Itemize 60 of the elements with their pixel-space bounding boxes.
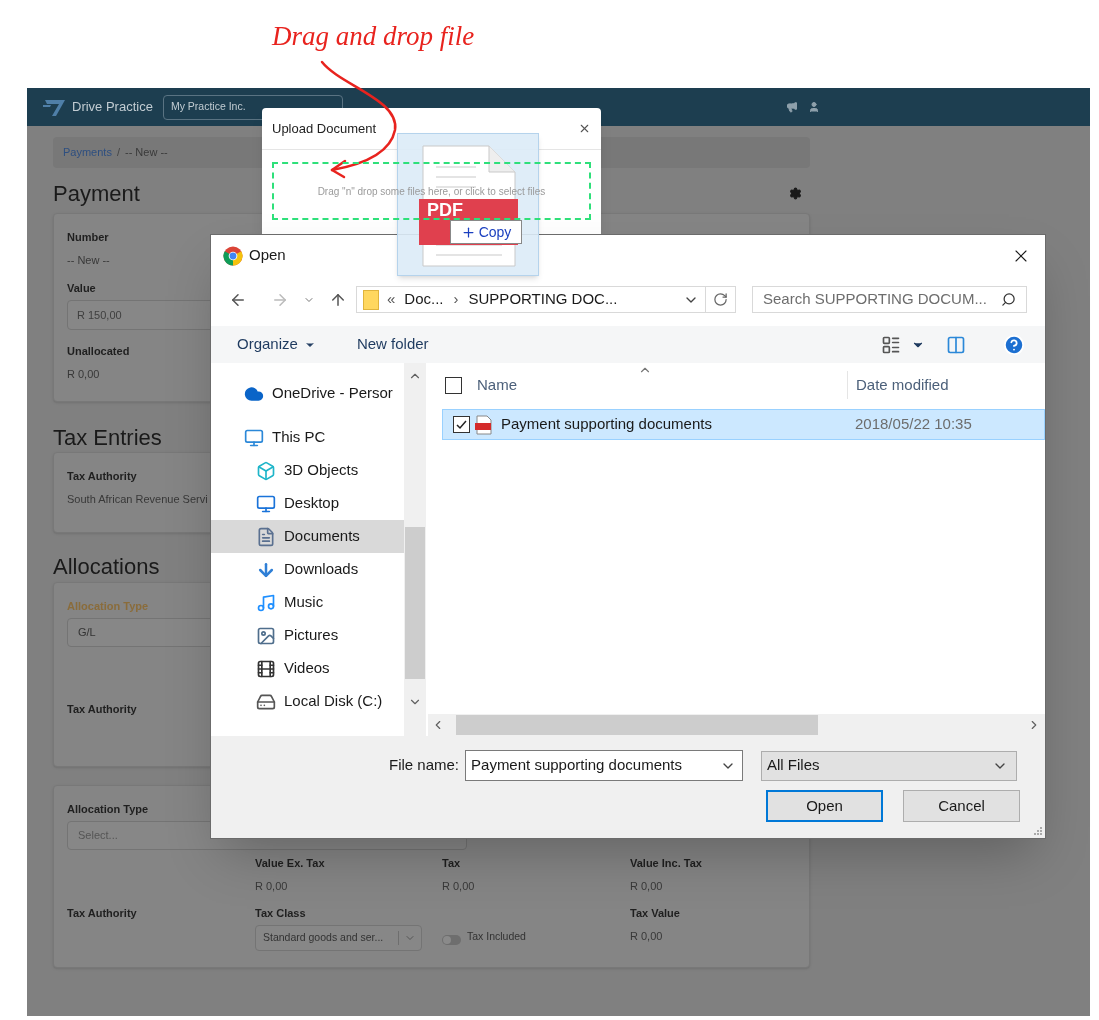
copy-badge: Copy	[450, 220, 522, 244]
field-label: Tax Value	[630, 906, 680, 920]
field-label: Value Ex. Tax	[255, 856, 325, 870]
toggle-label: Tax Included	[467, 929, 526, 945]
field-label: Tax	[442, 856, 461, 870]
nav-item[interactable]: This PC	[211, 421, 404, 454]
dialog-title: Open	[249, 245, 286, 266]
nav-item[interactable]: Local Disk (C:)	[211, 685, 404, 718]
nav-item[interactable]: OneDrive - Persor	[211, 377, 404, 410]
search-field[interactable]: Search SUPPORTING DOCUM...	[752, 286, 1027, 313]
nav-item[interactable]: Videos	[211, 652, 404, 685]
field-value: R 0,00	[255, 879, 288, 893]
path-overflow-label[interactable]: «	[387, 288, 396, 311]
dialog-button[interactable]: Cancel	[903, 790, 1020, 822]
dialog-button[interactable]: Open	[766, 790, 883, 822]
address-bar[interactable]: « Doc... › SUPPORTING DOC...	[356, 286, 736, 313]
file-name-input[interactable]: Payment supporting documents	[465, 750, 744, 781]
breadcrumb-separator: /	[116, 145, 120, 161]
field-value: R 0,00	[630, 929, 663, 943]
nav-item[interactable]: Desktop	[211, 487, 404, 520]
field-value: R 0,00	[630, 879, 663, 893]
field-label: Unallocated	[67, 344, 130, 358]
file-name: Payment supporting documents	[501, 414, 713, 435]
section-heading: Tax Entries	[53, 424, 162, 447]
field-value: South African Revenue Servi	[67, 492, 208, 506]
field-value: R 0,00	[67, 367, 100, 381]
section-heading: Allocations	[53, 553, 160, 576]
path-segment[interactable]: SUPPORTING DOC...	[468, 288, 618, 311]
field-label: Tax Authority	[67, 906, 137, 920]
field-label: Tax Authority	[67, 702, 137, 716]
path-segment[interactable]: Doc...	[404, 288, 444, 311]
select-field[interactable]: Standard goods and ser...	[255, 925, 422, 951]
file-name-label: File name:	[389, 755, 460, 776]
nav-item[interactable]: Documents	[211, 520, 404, 553]
column-header[interactable]: Date modified	[856, 373, 949, 397]
organize-button[interactable]: Organize	[237, 333, 316, 356]
field-label: Tax Class	[255, 906, 306, 920]
file-date: 2018/05/22 10:35	[855, 414, 972, 435]
field-label: Value Inc. Tax	[630, 856, 702, 870]
field-label: Allocation Type	[67, 599, 149, 613]
field-label: Value	[67, 281, 96, 295]
nav-item[interactable]: Pictures	[211, 619, 404, 652]
modal-title: Upload Document	[272, 119, 377, 138]
field-label: Number	[67, 230, 109, 244]
annotation-text: Drag and drop file	[272, 20, 475, 53]
nav-item[interactable]: Downloads	[211, 553, 404, 586]
brand-name: Drive Practice	[72, 98, 153, 117]
field-label: Tax Authority	[67, 469, 137, 483]
nav-item[interactable]: Music	[211, 586, 404, 619]
file-row[interactable]: Payment supporting documents 2018/05/22 10:35	[442, 409, 1045, 440]
section-heading: Payment	[53, 179, 140, 208]
file-type-select[interactable]: All Files	[761, 750, 1018, 781]
field-label: Allocation Type	[67, 802, 149, 816]
column-header[interactable]: Name	[477, 373, 847, 397]
field-value: -- New --	[67, 253, 110, 267]
nav-item[interactable]: 3D Objects	[211, 454, 404, 487]
breadcrumb-current: -- New --	[125, 145, 168, 161]
field-value: R 0,00	[442, 879, 475, 893]
new-folder-button[interactable]: New folder	[356, 333, 429, 356]
path-separator: ›	[453, 289, 459, 310]
